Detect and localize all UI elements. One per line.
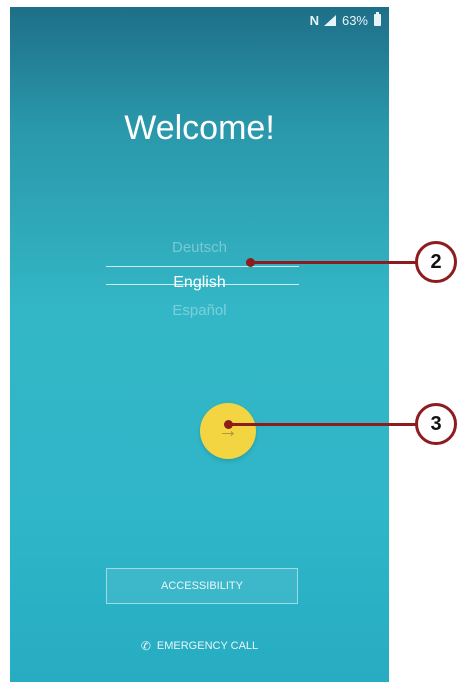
- language-divider-top: [106, 266, 299, 267]
- language-option-espanol[interactable]: Español: [10, 302, 389, 319]
- phone-icon: ✆: [140, 639, 151, 653]
- next-button[interactable]: →: [200, 403, 256, 459]
- nfc-icon: N: [309, 12, 319, 28]
- language-divider-bottom: [106, 284, 299, 285]
- battery-icon: [374, 12, 381, 26]
- emergency-call-label: EMERGENCY CALL: [156, 640, 259, 652]
- accessibility-button[interactable]: ACCESSIBILITY: [106, 568, 298, 604]
- emergency-call-button[interactable]: ✆ EMERGENCY CALL: [10, 639, 389, 653]
- callout-3-line: [228, 423, 418, 426]
- language-option-english-label: English: [173, 274, 226, 291]
- phone-screen: N 63% Welcome! Deutsch English Español →…: [10, 7, 389, 682]
- battery-percentage: 63%: [341, 12, 368, 28]
- status-bar: N 63%: [10, 7, 389, 33]
- callout-2-line: [250, 261, 418, 264]
- callout-badge-2: 2: [415, 241, 457, 283]
- signal-icon: [323, 14, 336, 26]
- language-option-deutsch[interactable]: Deutsch: [10, 239, 389, 256]
- welcome-title: Welcome!: [124, 109, 275, 147]
- callout-badge-3: 3: [415, 403, 457, 445]
